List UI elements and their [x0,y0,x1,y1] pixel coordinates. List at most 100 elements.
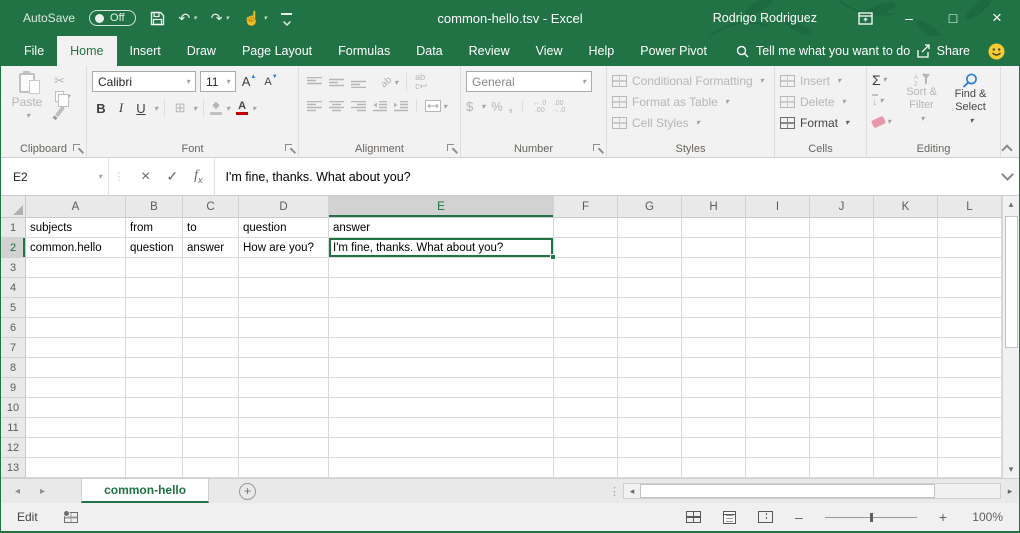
cell-l13[interactable] [938,458,1002,478]
cell-d8[interactable] [239,358,329,378]
cell-d11[interactable] [239,418,329,438]
cancel-button[interactable]: × [141,168,150,186]
cell-d4[interactable] [239,278,329,298]
align-right-button[interactable] [348,99,369,114]
tab-view[interactable]: View [523,36,576,66]
number-format-dropdown[interactable]: General▾ [466,71,592,92]
row-header-9[interactable]: 9 [1,378,26,398]
cell-f10[interactable] [554,398,618,418]
cell-a13[interactable] [26,458,126,478]
cell-l11[interactable] [938,418,1002,438]
cell-j6[interactable] [810,318,874,338]
minimize-button[interactable]: – [887,0,931,36]
cell-f8[interactable] [554,358,618,378]
font-color-dropdown-icon[interactable]: ▾ [252,104,256,113]
cell-j8[interactable] [810,358,874,378]
expand-formula-bar-button[interactable] [995,158,1019,195]
row-header-12[interactable]: 12 [1,438,26,458]
cell-a7[interactable] [26,338,126,358]
tab-home[interactable]: Home [57,36,116,66]
format-cells-button[interactable]: Format▾ [780,112,861,133]
cell-b9[interactable] [126,378,183,398]
scroll-down-arrow[interactable]: ▾ [1003,461,1019,478]
cell-d9[interactable] [239,378,329,398]
row-header-2[interactable]: 2 [1,238,26,258]
tab-draw[interactable]: Draw [174,36,229,66]
column-header-g[interactable]: G [618,196,682,218]
clear-button[interactable]: ▾ [872,112,891,131]
row-header-13[interactable]: 13 [1,458,26,478]
name-box[interactable]: E2 ▾ [1,158,109,195]
cell-h12[interactable] [682,438,746,458]
cell-e3[interactable] [329,258,554,278]
cell-f5[interactable] [554,298,618,318]
cell-k2[interactable] [874,238,938,258]
redo-button[interactable]: ↷▾ [211,10,229,27]
tab-file[interactable]: File [11,36,57,66]
row-header-11[interactable]: 11 [1,418,26,438]
cell-h13[interactable] [682,458,746,478]
cell-j11[interactable] [810,418,874,438]
sheet-tab-common-hello[interactable]: common-hello [81,479,209,503]
zoom-level[interactable]: 100% [969,510,1003,524]
cell-a5[interactable] [26,298,126,318]
zoom-slider[interactable] [825,517,917,518]
cell-e9[interactable] [329,378,554,398]
cell-k13[interactable] [874,458,938,478]
ribbon-display-options-button[interactable] [843,0,887,36]
maximize-button[interactable]: □ [931,0,975,36]
borders-button[interactable]: ⊞ [171,98,189,118]
number-dialog-launcher[interactable] [593,144,603,154]
cell-i5[interactable] [746,298,810,318]
normal-view-button[interactable] [686,511,701,523]
column-header-l[interactable]: L [938,196,1002,218]
cell-b2[interactable]: question [126,238,183,258]
cell-i11[interactable] [746,418,810,438]
cell-g13[interactable] [618,458,682,478]
cell-j12[interactable] [810,438,874,458]
cell-d7[interactable] [239,338,329,358]
underline-dropdown-icon[interactable]: ▾ [154,104,158,113]
cell-l5[interactable] [938,298,1002,318]
vertical-scrollbar[interactable]: ▴ ▾ [1002,196,1019,478]
cell-j2[interactable] [810,238,874,258]
insert-cells-button[interactable]: Insert▾ [780,70,861,91]
font-size-dropdown[interactable]: 11▾ [200,71,236,92]
cell-e2[interactable]: I'm fine, thanks. What about you? [329,238,554,258]
cell-f4[interactable] [554,278,618,298]
cell-b13[interactable] [126,458,183,478]
touch-mode-dropdown-icon[interactable]: ▾ [263,14,267,22]
column-header-e[interactable]: E [329,196,554,218]
autosave-toggle[interactable]: Off [89,10,135,26]
cell-d6[interactable] [239,318,329,338]
cell-j13[interactable] [810,458,874,478]
cell-f1[interactable] [554,218,618,238]
fill-color-dropdown-icon[interactable]: ▾ [226,104,230,113]
column-header-d[interactable]: D [239,196,329,218]
column-header-i[interactable]: I [746,196,810,218]
cell-e5[interactable] [329,298,554,318]
scroll-up-arrow[interactable]: ▴ [1003,196,1019,213]
cell-j4[interactable] [810,278,874,298]
font-name-dropdown[interactable]: Calibri▾ [92,71,196,92]
row-header-6[interactable]: 6 [1,318,26,338]
cell-d13[interactable] [239,458,329,478]
macro-record-button[interactable] [64,512,78,523]
orientation-button[interactable]: ab▾ [378,75,401,90]
cell-l2[interactable] [938,238,1002,258]
cell-i6[interactable] [746,318,810,338]
close-button[interactable]: × [975,0,1019,36]
italic-button[interactable]: I [112,98,130,118]
previous-sheet-button[interactable]: ◂ [15,486,20,497]
bold-button[interactable]: B [92,98,110,118]
cell-a10[interactable] [26,398,126,418]
tab-help[interactable]: Help [576,36,628,66]
column-header-c[interactable]: C [183,196,239,218]
cell-k5[interactable] [874,298,938,318]
formula-input[interactable]: I'm fine, thanks. What about you? [215,158,995,195]
row-header-4[interactable]: 4 [1,278,26,298]
cell-j5[interactable] [810,298,874,318]
page-layout-view-button[interactable] [723,511,736,524]
accounting-format-button[interactable]: $ [466,99,473,114]
align-middle-button[interactable] [326,75,347,90]
